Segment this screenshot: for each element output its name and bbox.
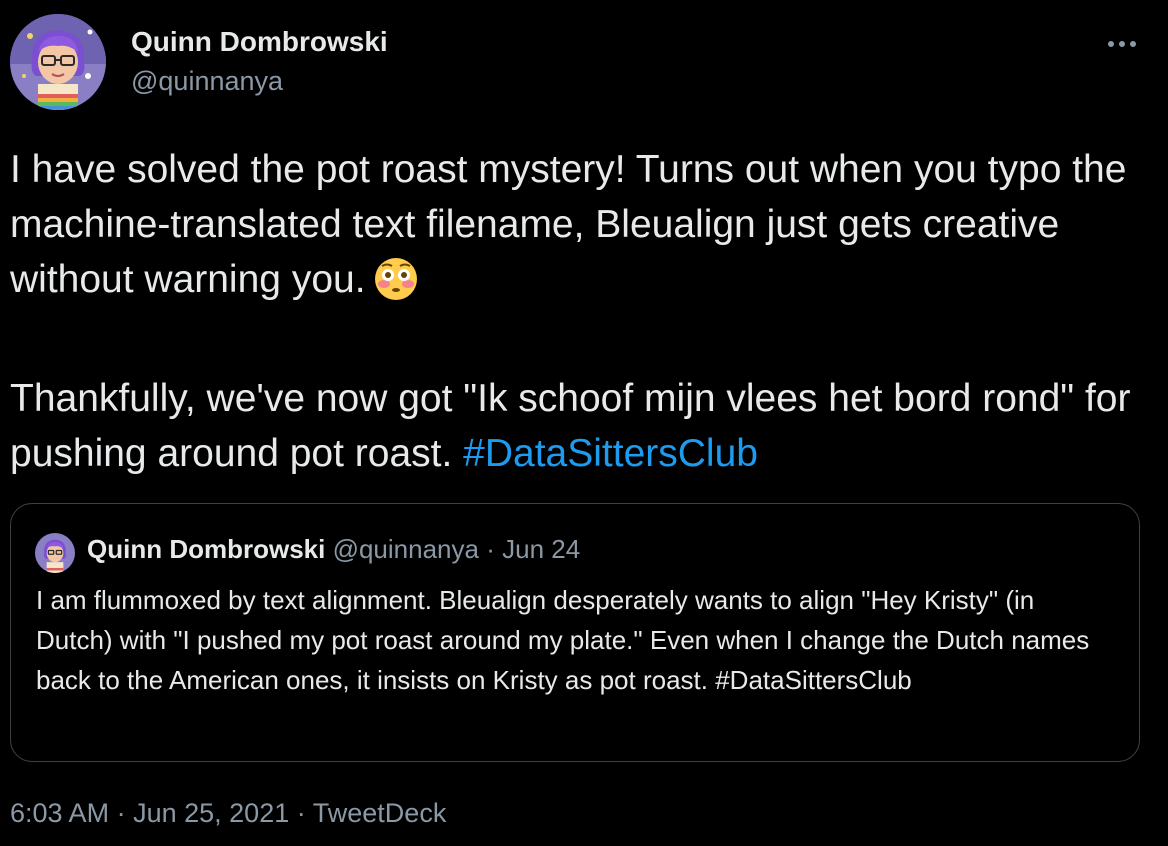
more-options-button[interactable] [1102,24,1142,64]
tweet-paragraph-2: Thankfully, we've now got "Ik schoof mij… [10,371,1150,481]
quoted-tweet-text: I am flummoxed by text alignment. Bleual… [36,580,1116,700]
tweet-paragraph-1: I have solved the pot roast mystery! Tur… [10,142,1150,316]
quoted-separator: · [486,534,495,564]
author-handle[interactable]: @quinnanya [131,66,283,97]
footer-separator-1: · [116,798,126,828]
quoted-date: Jun 24 [502,534,581,564]
tweet-time-link[interactable]: 6:03 AM [10,798,109,828]
quoted-author-avatar [35,533,75,573]
tweet-date-link[interactable]: Jun 25, 2021 [133,798,289,828]
tweet-source-link[interactable]: TweetDeck [313,798,447,828]
author-avatar[interactable] [10,14,106,110]
tweet-text: I have solved the pot roast mystery! Tur… [10,142,1150,481]
tweet-text-line-1: I have solved the pot roast mystery! Tur… [10,148,1127,301]
quoted-author-handle: @quinnanya [332,534,479,564]
avatar-illustration-small-icon [35,533,75,573]
quoted-author-name: Quinn Dombrowski [87,534,326,564]
flushed-face-emoji-icon [374,257,418,316]
more-horizontal-icon [1108,41,1136,47]
author-name[interactable]: Quinn Dombrowski [131,26,388,58]
tweet-detail: Quinn Dombrowski @quinnanya I have solve… [0,0,1168,846]
quoted-tweet-card[interactable]: Quinn Dombrowski @quinnanya · Jun 24 I a… [10,503,1140,762]
footer-separator-2: · [296,798,306,828]
tweet-hashtag-link[interactable]: #DataSittersClub [463,432,758,475]
quoted-hashtag: #DataSittersClub [715,665,912,695]
quoted-text-body: I am flummoxed by text alignment. Bleual… [36,585,1090,695]
avatar-illustration-icon [10,14,106,110]
tweet-meta-footer: 6:03 AM · Jun 25, 2021 · TweetDeck [10,798,446,829]
quoted-tweet-header: Quinn Dombrowski @quinnanya · Jun 24 [87,534,580,565]
